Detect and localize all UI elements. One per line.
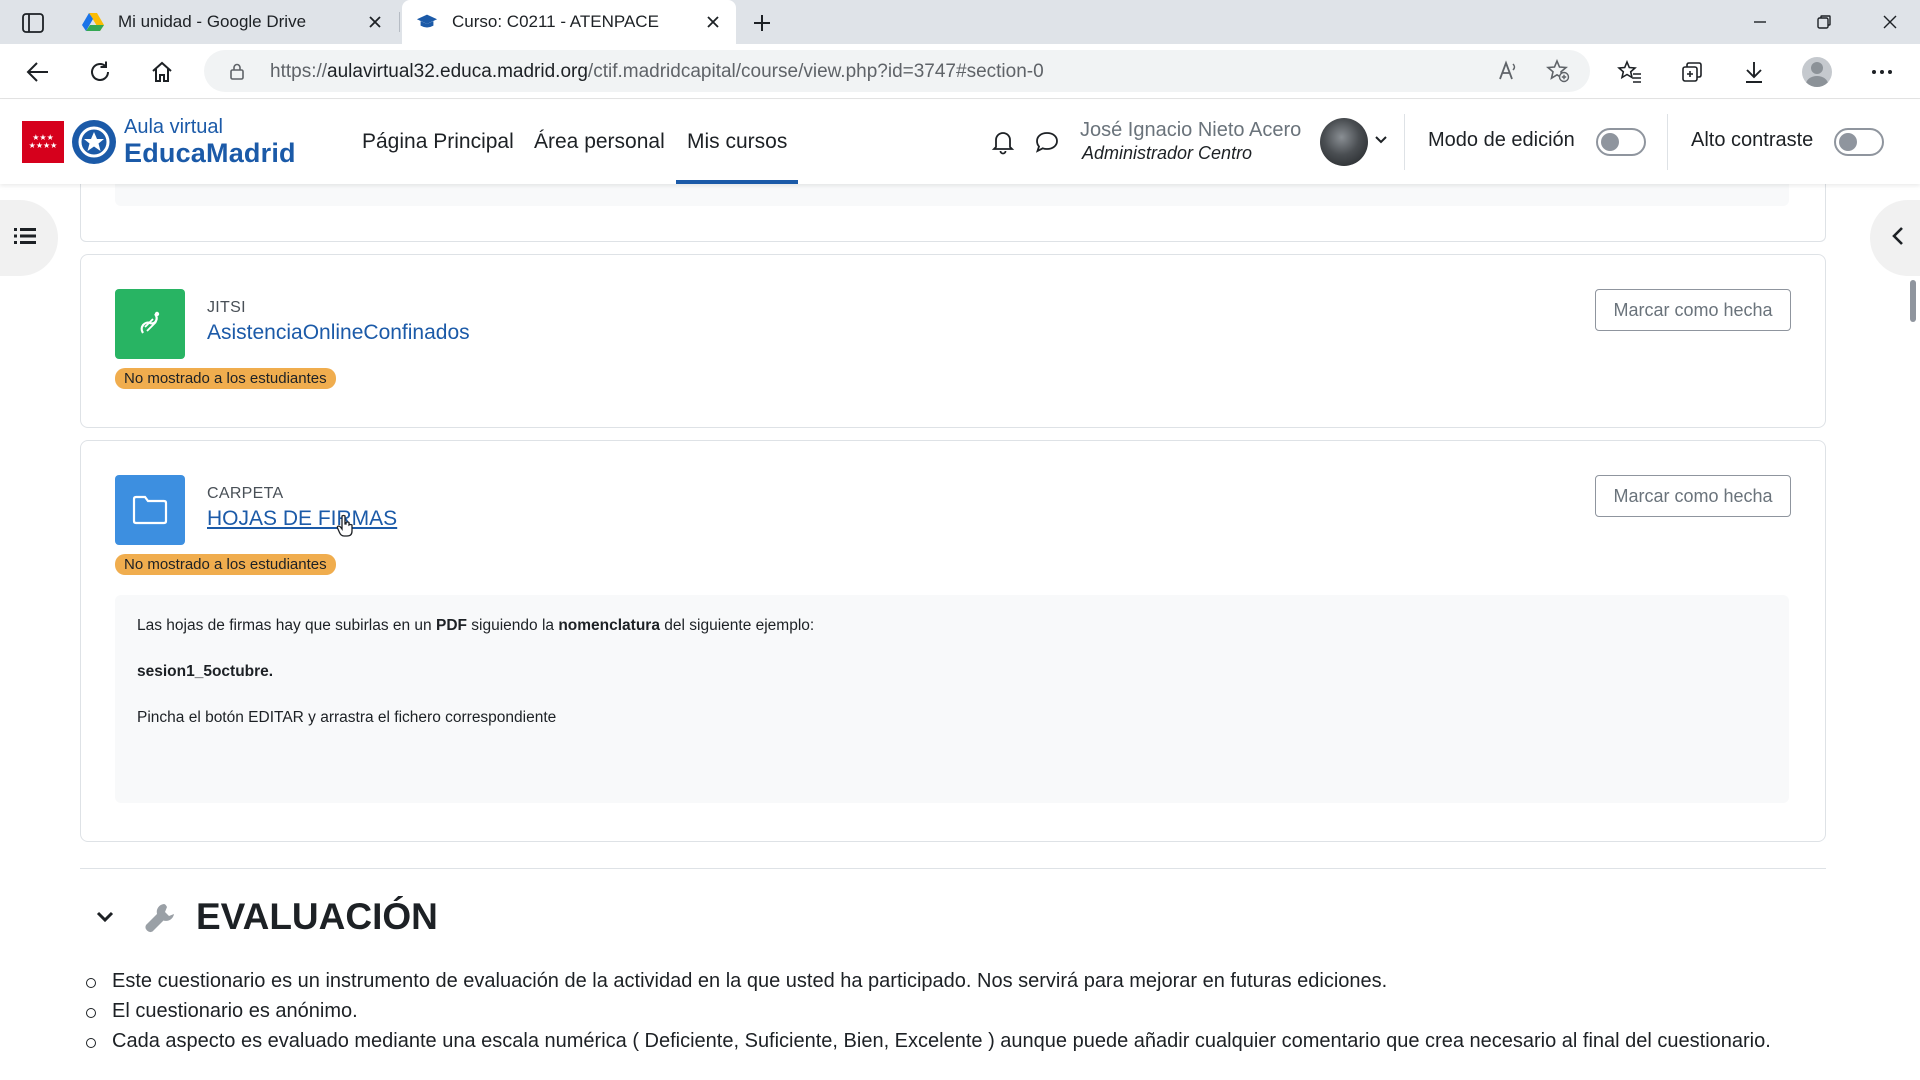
- high-contrast-toggle[interactable]: [1834, 128, 1884, 156]
- more-options-icon[interactable]: [1868, 58, 1896, 86]
- address-bar[interactable]: https://aulavirtual32.educa.madrid.org/c…: [204, 50, 1590, 92]
- tab-google-drive[interactable]: Mi unidad - Google Drive: [66, 0, 398, 44]
- folder-icon[interactable]: [115, 475, 185, 545]
- description-line: Pincha el botón EDITAR y arrastra el fic…: [137, 709, 557, 726]
- header-divider: [1404, 114, 1405, 170]
- edit-mode-toggle[interactable]: [1596, 128, 1646, 156]
- hand-cursor-icon: [336, 514, 354, 538]
- tab-title: Mi unidad - Google Drive: [118, 12, 307, 31]
- favorites-icon[interactable]: [1616, 58, 1644, 86]
- activity-type-label: JITSI: [207, 299, 246, 316]
- reload-icon[interactable]: [84, 56, 116, 88]
- graduation-cap-icon: [416, 11, 438, 33]
- browser-tab-bar: Mi unidad - Google Drive Curso: C0211 - …: [0, 0, 1920, 44]
- home-icon[interactable]: [146, 56, 178, 88]
- chevron-left-icon: [1891, 226, 1905, 251]
- mark-as-done-button[interactable]: Marcar como hecha: [1595, 289, 1791, 331]
- close-window-icon[interactable]: [1860, 0, 1920, 44]
- new-tab-icon[interactable]: [748, 10, 776, 36]
- course-index-toggle[interactable]: [0, 200, 58, 276]
- nav-active-indicator: [676, 180, 798, 184]
- activity-jitsi: JITSI AsistenciaOnlineConfinados No most…: [80, 254, 1826, 428]
- section-divider: [80, 868, 1826, 869]
- mark-as-done-button[interactable]: Marcar como hecha: [1595, 475, 1791, 517]
- messages-icon[interactable]: [1033, 128, 1061, 156]
- list-item: El cuestionario es anónimo.: [84, 996, 1784, 1026]
- minimize-icon[interactable]: [1730, 0, 1790, 44]
- jitsi-icon[interactable]: [115, 289, 185, 359]
- downloads-icon[interactable]: [1740, 58, 1768, 86]
- chevron-down-icon[interactable]: [1372, 130, 1390, 150]
- close-tab-icon[interactable]: [704, 13, 722, 31]
- section-title[interactable]: EVALUACIÓN: [196, 896, 438, 938]
- description-line: Las hojas de firmas hay que subirlas en …: [137, 617, 815, 634]
- description-example: sesion1_5octubre.: [137, 663, 274, 680]
- logo-text-aula-virtual[interactable]: Aula virtual: [124, 116, 223, 139]
- user-name[interactable]: José Ignacio Nieto Acero: [1080, 119, 1301, 142]
- high-contrast-label: Alto contraste: [1691, 129, 1814, 151]
- google-drive-icon: [82, 11, 104, 33]
- list-item: Este cuestionario es un instrumento de e…: [84, 966, 1784, 996]
- url-text: https://aulavirtual32.educa.madrid.org/c…: [270, 61, 1044, 82]
- edit-mode-label: Modo de edición: [1428, 129, 1575, 151]
- tab-course[interactable]: Curso: C0211 - ATENPACE: [402, 0, 736, 44]
- restore-icon[interactable]: [1794, 0, 1854, 44]
- tab-title: Curso: C0211 - ATENPACE: [452, 12, 659, 31]
- wrench-icon: [140, 898, 180, 938]
- collapse-section-chevron-icon[interactable]: [92, 904, 118, 930]
- list-item: Cada aspecto es evaluado mediante una es…: [84, 1026, 1784, 1056]
- close-tab-icon[interactable]: [366, 13, 384, 31]
- section-summary: Este cuestionario es un instrumento de e…: [84, 966, 1784, 1056]
- add-favorite-icon[interactable]: [1546, 59, 1570, 83]
- user-avatar[interactable]: [1320, 118, 1368, 166]
- nav-pagina-principal[interactable]: Página Principal: [362, 130, 514, 154]
- activity-type-label: CARPETA: [207, 485, 284, 502]
- site-header: ★★★ ★★★★ Aula virtual EducaMadrid Página …: [0, 100, 1920, 184]
- activity-link[interactable]: AsistenciaOnlineConfinados: [207, 321, 470, 345]
- read-aloud-icon[interactable]: [1496, 59, 1520, 83]
- browser-toolbar: https://aulavirtual32.educa.madrid.org/c…: [0, 44, 1920, 99]
- notifications-bell-icon[interactable]: [989, 128, 1017, 156]
- comunidad-madrid-logo[interactable]: ★★★ ★★★★: [22, 121, 64, 163]
- page-scrollbar[interactable]: [1910, 280, 1916, 322]
- activity-link[interactable]: HOJAS DE FIRMAS: [207, 507, 397, 531]
- hidden-from-students-badge: No mostrado a los estudiantes: [115, 368, 336, 389]
- block-drawer-toggle[interactable]: [1870, 200, 1920, 276]
- activity-description: Las hojas de firmas hay que subirlas en …: [115, 595, 1789, 803]
- list-icon: [13, 226, 37, 251]
- back-arrow-icon[interactable]: [22, 56, 54, 88]
- nav-mis-cursos[interactable]: Mis cursos: [687, 130, 787, 154]
- nav-area-personal[interactable]: Área personal: [534, 130, 665, 154]
- logo-text-educamadrid[interactable]: EducaMadrid: [124, 138, 296, 169]
- activity-folder: CARPETA HOJAS DE FIRMAS No mostrado a lo…: [80, 440, 1826, 842]
- collections-icon[interactable]: [1678, 58, 1706, 86]
- user-role: Administrador Centro: [1082, 143, 1253, 163]
- tab-actions-icon[interactable]: [18, 10, 48, 36]
- educamadrid-logo-icon[interactable]: [72, 120, 116, 164]
- hidden-from-students-badge: No mostrado a los estudiantes: [115, 554, 336, 575]
- header-divider: [1667, 114, 1668, 170]
- lock-icon[interactable]: [228, 62, 246, 80]
- tab-separator: [399, 12, 400, 32]
- browser-profile-avatar[interactable]: [1802, 57, 1832, 87]
